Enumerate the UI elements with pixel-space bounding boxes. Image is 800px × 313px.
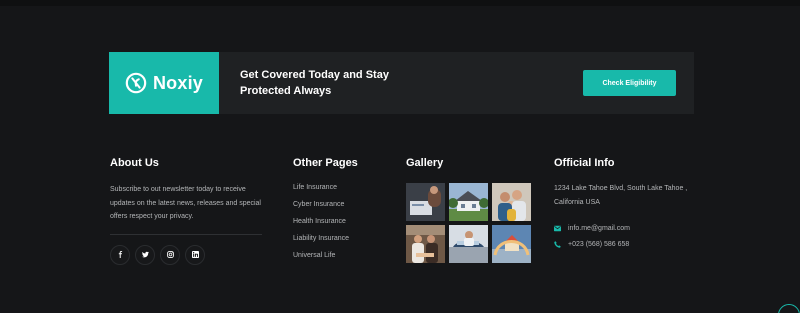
linkedin-icon (191, 251, 199, 258)
cta-headline: Get Covered Today and Stay Protected Alw… (240, 69, 389, 97)
logo[interactable]: Noxiy (109, 52, 219, 114)
gallery-title: Gallery (406, 157, 444, 169)
instagram-link[interactable] (160, 244, 180, 265)
email-link[interactable]: info.me@gmail.com (568, 225, 630, 232)
about-column: About Us Subscribe to out newsletter tod… (110, 157, 262, 265)
gallery-image-4[interactable] (406, 225, 445, 263)
gallery-column: Gallery (406, 157, 531, 263)
phone-link[interactable]: +023 (568) 586 658 (568, 241, 629, 248)
twitter-link[interactable] (135, 244, 155, 265)
cta-banner: Noxiy Get Covered Today and Stay Protect… (109, 52, 694, 114)
address-text: 1234 Lake Tahoe Blvd, South Lake Tahoe ,… (554, 185, 688, 206)
twitter-icon (141, 251, 149, 258)
linkedin-link[interactable] (185, 244, 205, 265)
page-link-cyber-insurance[interactable]: Cyber Insurance (293, 196, 358, 213)
envelope-icon (554, 225, 561, 232)
facebook-link[interactable] (110, 244, 130, 265)
gallery-image-5[interactable] (449, 225, 488, 263)
page-link-liability-insurance[interactable]: Liability Insurance (293, 230, 358, 247)
about-text: Subscribe to out newsletter today to rec… (110, 186, 261, 220)
gallery-image-3[interactable] (492, 183, 531, 221)
other-pages-column: Other Pages Life Insurance Cyber Insuran… (293, 157, 358, 264)
email-row: info.me@gmail.com (554, 225, 694, 232)
gallery-image-6[interactable] (492, 225, 531, 263)
scroll-to-top-button[interactable] (778, 304, 800, 313)
other-pages-title: Other Pages (293, 157, 358, 169)
page-link-health-insurance[interactable]: Health Insurance (293, 213, 358, 230)
logo-text: Noxiy (152, 72, 204, 93)
instagram-icon (166, 251, 174, 258)
check-eligibility-button[interactable]: Check Eligibility (583, 70, 676, 96)
official-info-title: Official Info (554, 157, 615, 169)
logo-mark-icon (125, 72, 147, 94)
phone-row: +023 (568) 586 658 (554, 241, 694, 248)
about-title: About Us (110, 157, 159, 169)
gallery-image-1[interactable] (406, 183, 445, 221)
divider (110, 233, 262, 235)
page-link-universal-life[interactable]: Universal Life (293, 247, 358, 264)
facebook-icon (118, 251, 122, 258)
gallery-image-2[interactable] (449, 183, 488, 221)
official-info-column: Official Info 1234 Lake Tahoe Blvd, Sout… (554, 157, 694, 248)
social-links (110, 244, 262, 265)
phone-icon (554, 241, 561, 248)
page-link-life-insurance[interactable]: Life Insurance (293, 179, 358, 196)
top-strip (0, 0, 800, 6)
gallery-grid (406, 183, 531, 263)
